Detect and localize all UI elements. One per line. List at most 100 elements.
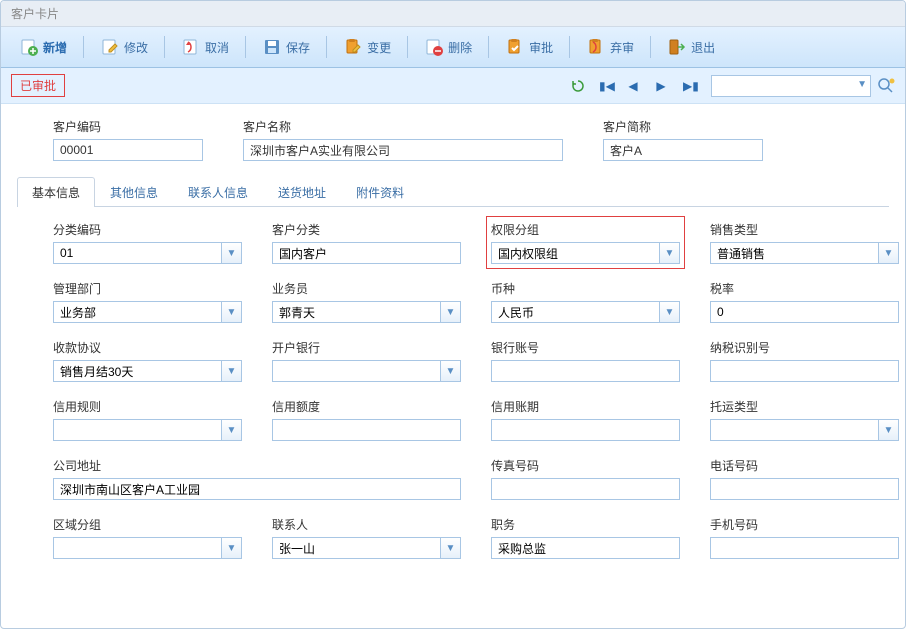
content: 客户编码 客户名称 客户简称 基本信息 其他信息 联系人信息 送货地址 附件资料…	[1, 104, 905, 628]
sales-type-input[interactable]	[710, 242, 879, 264]
bank-account-input[interactable]	[491, 360, 680, 382]
receipt-agreement-input[interactable]	[53, 360, 222, 382]
category-code-input[interactable]	[53, 242, 222, 264]
company-address-input[interactable]	[53, 478, 461, 500]
dropdown-icon[interactable]: ▼	[660, 242, 680, 264]
tabs: 基本信息 其他信息 联系人信息 送货地址 附件资料	[17, 177, 889, 207]
tab-contact-info[interactable]: 联系人信息	[173, 177, 263, 207]
tax-id-field: 纳税识别号	[710, 339, 899, 382]
tax-rate-label: 税率	[710, 280, 899, 297]
fax-input[interactable]	[491, 478, 680, 500]
category-code-label: 分类编码	[53, 221, 242, 238]
credit-period-input[interactable]	[491, 419, 680, 441]
approve-button[interactable]: 审批	[497, 33, 561, 61]
position-input[interactable]	[491, 537, 680, 559]
approve-label: 审批	[529, 39, 553, 56]
dropdown-icon[interactable]: ▼	[222, 537, 242, 559]
credit-rule-field: 信用规则 ▼	[53, 398, 242, 441]
dropdown-icon[interactable]: ▼	[222, 360, 242, 382]
change-button[interactable]: 变更	[335, 33, 399, 61]
manage-dept-label: 管理部门	[53, 280, 242, 297]
bank-input[interactable]	[272, 360, 441, 382]
customer-short-label: 客户简称	[603, 118, 763, 135]
dropdown-icon[interactable]: ▼	[879, 419, 899, 441]
cancel-button[interactable]: 取消	[173, 33, 237, 61]
add-button[interactable]: 新增	[11, 33, 75, 61]
bank-field: 开户银行 ▼	[272, 339, 461, 382]
nav-first-icon[interactable]: ▮◀	[599, 79, 611, 93]
nav-last-icon[interactable]: ▶▮	[683, 79, 695, 93]
tab-attachments[interactable]: 附件资料	[341, 177, 419, 207]
manage-dept-field: 管理部门 ▼	[53, 280, 242, 323]
separator	[569, 36, 570, 58]
nav-group: ▮◀ ◀ ▶ ▶▮ ▼	[571, 75, 895, 97]
mobile-input[interactable]	[710, 537, 899, 559]
separator	[488, 36, 489, 58]
nav-prev-icon[interactable]: ◀	[627, 79, 639, 93]
contact-input[interactable]	[272, 537, 441, 559]
dropdown-icon[interactable]: ▼	[441, 537, 461, 559]
exit-button[interactable]: 退出	[659, 33, 723, 61]
dropdown-icon[interactable]: ▼	[222, 419, 242, 441]
customer-code-group: 客户编码	[53, 118, 203, 161]
credit-period-field: 信用账期	[491, 398, 680, 441]
search-icon[interactable]	[877, 77, 895, 95]
cancel-icon	[181, 37, 201, 57]
customer-category-input[interactable]	[272, 242, 461, 264]
dropdown-icon[interactable]: ▼	[441, 301, 461, 323]
edit-button[interactable]: 修改	[92, 33, 156, 61]
save-button[interactable]: 保存	[254, 33, 318, 61]
tab-delivery-address[interactable]: 送货地址	[263, 177, 341, 207]
dropdown-icon[interactable]: ▼	[879, 242, 899, 264]
search-dropdown-icon[interactable]: ▼	[857, 79, 867, 90]
phone-field: 电话号码	[710, 457, 899, 500]
nav-next-icon[interactable]: ▶	[655, 79, 667, 93]
tab-other-info[interactable]: 其他信息	[95, 177, 173, 207]
phone-input[interactable]	[710, 478, 899, 500]
currency-input[interactable]	[491, 301, 660, 323]
refresh-icon[interactable]	[571, 79, 583, 93]
edit-icon	[100, 37, 120, 57]
manage-dept-input[interactable]	[53, 301, 222, 323]
reject-button[interactable]: 弃审	[578, 33, 642, 61]
mobile-label: 手机号码	[710, 516, 899, 533]
titlebar: 客户卡片	[1, 1, 905, 27]
bank-account-field: 银行账号	[491, 339, 680, 382]
separator	[83, 36, 84, 58]
cancel-label: 取消	[205, 39, 229, 56]
customer-category-field: 客户分类	[272, 221, 461, 264]
shipping-type-field: 托运类型 ▼	[710, 398, 899, 441]
save-icon	[262, 37, 282, 57]
perm-group-input[interactable]	[491, 242, 660, 264]
tax-rate-input[interactable]	[710, 301, 899, 323]
customer-name-input[interactable]	[243, 139, 563, 161]
search-input[interactable]	[711, 75, 871, 97]
customer-short-input[interactable]	[603, 139, 763, 161]
customer-name-label: 客户名称	[243, 118, 563, 135]
dropdown-icon[interactable]: ▼	[222, 242, 242, 264]
company-address-field: 公司地址	[53, 457, 461, 500]
currency-label: 币种	[491, 280, 680, 297]
dropdown-icon[interactable]: ▼	[441, 360, 461, 382]
tax-id-input[interactable]	[710, 360, 899, 382]
perm-group-label: 权限分组	[491, 221, 680, 238]
search-box: ▼	[711, 75, 895, 97]
shipping-type-input[interactable]	[710, 419, 879, 441]
customer-short-group: 客户简称	[603, 118, 763, 161]
credit-rule-input[interactable]	[53, 419, 222, 441]
customer-code-input[interactable]	[53, 139, 203, 161]
area-group-input[interactable]	[53, 537, 222, 559]
dropdown-icon[interactable]: ▼	[222, 301, 242, 323]
header-fields: 客户编码 客户名称 客户简称	[53, 118, 889, 161]
dropdown-icon[interactable]: ▼	[660, 301, 680, 323]
category-code-field: 分类编码 ▼	[53, 221, 242, 264]
credit-period-label: 信用账期	[491, 398, 680, 415]
salesman-field: 业务员 ▼	[272, 280, 461, 323]
tab-basic-info[interactable]: 基本信息	[17, 177, 95, 207]
salesman-input[interactable]	[272, 301, 441, 323]
fax-field: 传真号码	[491, 457, 680, 500]
perm-group-field: 权限分组 ▼	[486, 216, 685, 269]
delete-button[interactable]: 删除	[416, 33, 480, 61]
add-label: 新增	[43, 39, 67, 56]
credit-limit-input[interactable]	[272, 419, 461, 441]
